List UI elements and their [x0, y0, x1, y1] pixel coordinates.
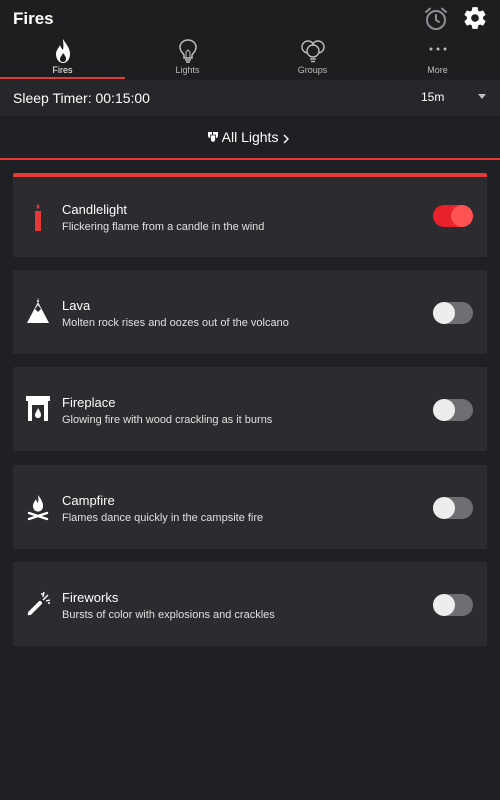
effect-title: Fireplace: [62, 395, 116, 410]
effect-toggle[interactable]: [433, 302, 473, 324]
gear-icon[interactable]: [462, 5, 488, 31]
candle-icon: [35, 204, 41, 231]
effect-description: Glowing fire with wood crackling as it b…: [62, 414, 273, 426]
volcano-icon: [27, 298, 49, 323]
toggle-knob: [433, 399, 455, 421]
more-dots-icon: [429, 47, 446, 51]
tab-fires[interactable]: Fires: [0, 36, 125, 78]
effect-toggle[interactable]: [433, 399, 473, 421]
all-lights-selector[interactable]: All Lights: [0, 117, 500, 158]
active-tab-indicator: [0, 77, 125, 79]
effect-toggle[interactable]: [433, 205, 473, 227]
flame-icon: [55, 39, 70, 63]
sleep-timer-row[interactable]: Sleep Timer: 00:15:00 15m: [0, 80, 500, 116]
toggle-knob: [433, 497, 455, 519]
toggle-knob: [451, 205, 473, 227]
app-bar: Fires: [0, 0, 500, 36]
effect-card-lava[interactable]: Lava Molten rock rises and oozes out of …: [13, 270, 487, 354]
effect-title: Campfire: [62, 493, 115, 508]
chevron-right-icon: [283, 134, 290, 144]
toggle-knob: [433, 302, 455, 324]
chevron-down-icon[interactable]: [478, 94, 486, 99]
bulb-icon: [178, 39, 197, 63]
toggle-knob: [433, 594, 455, 616]
bulbs-group-icon: [300, 40, 325, 63]
effect-toggle[interactable]: [433, 594, 473, 616]
tab-label: More: [427, 65, 448, 75]
tab-label: Fires: [52, 65, 73, 75]
effect-card-fireworks[interactable]: Fireworks Bursts of color with explosion…: [13, 562, 487, 646]
tab-lights[interactable]: Lights: [125, 36, 250, 78]
tab-groups[interactable]: Groups: [250, 36, 375, 78]
effect-title: Lava: [62, 298, 91, 313]
tab-label: Lights: [175, 65, 200, 75]
section-divider: [0, 158, 500, 160]
effect-toggle[interactable]: [433, 497, 473, 519]
effect-description: Molten rock rises and oozes out of the v…: [62, 317, 289, 329]
effect-card-fireplace[interactable]: Fireplace Glowing fire with wood crackli…: [13, 367, 487, 451]
tab-label: Groups: [297, 65, 328, 75]
tab-bar: Fires Lights Groups More: [0, 36, 500, 78]
tab-more[interactable]: More: [375, 36, 500, 78]
page-title: Fires: [13, 9, 54, 28]
alarm-clock-icon[interactable]: [423, 6, 449, 32]
sleep-timer-label: Sleep Timer: 00:15:00: [13, 90, 150, 106]
sleep-timer-select[interactable]: 15m: [421, 90, 444, 104]
effect-title: Candlelight: [62, 202, 128, 217]
effect-description: Bursts of color with explosions and crac…: [62, 609, 275, 621]
effect-card-campfire[interactable]: Campfire Flames dance quickly in the cam…: [13, 465, 487, 549]
firework-icon: [27, 591, 51, 616]
effect-card-candlelight[interactable]: Candlelight Flickering flame from a cand…: [13, 173, 487, 257]
effect-description: Flickering flame from a candle in the wi…: [62, 221, 265, 233]
fireplace-icon: [26, 396, 50, 421]
campfire-icon: [27, 495, 49, 521]
all-lights-label: All Lights: [221, 129, 279, 145]
effect-title: Fireworks: [62, 590, 119, 605]
bulbs-icon: [207, 132, 218, 143]
effect-description: Flames dance quickly in the campsite fir…: [62, 512, 264, 524]
